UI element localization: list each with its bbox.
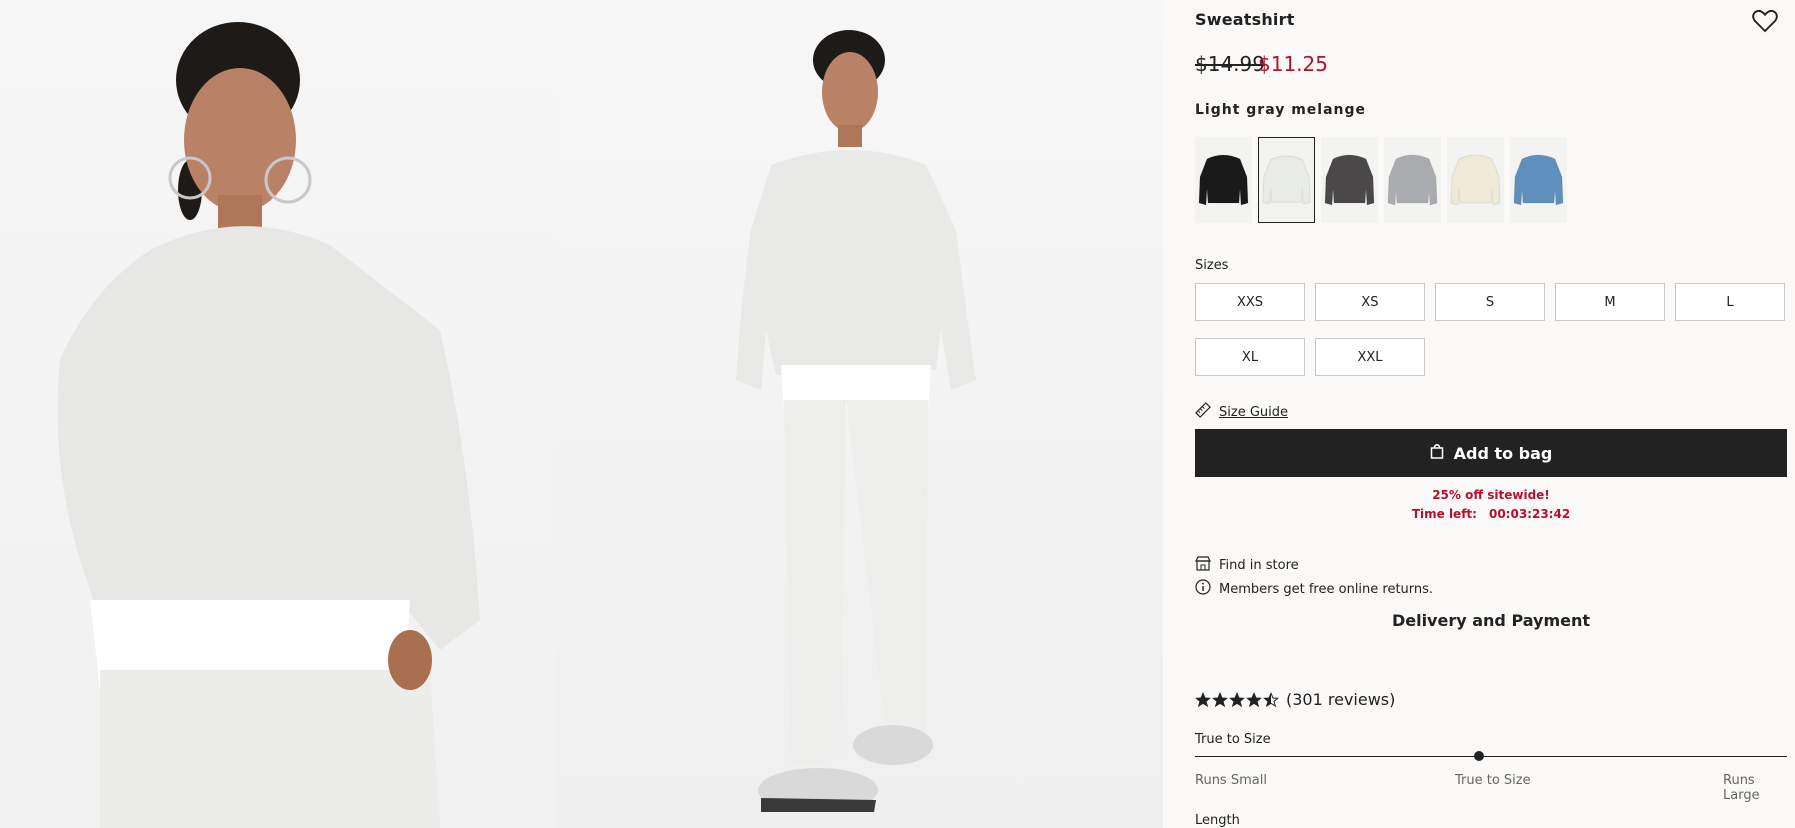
sizes-label: Sizes [1195,258,1229,273]
fit-label: True to Size [1195,732,1271,747]
product-image-fullbody[interactable] [556,0,1163,828]
find-in-store-label: Find in store [1219,557,1299,573]
model-closeup-illustration [57,22,480,828]
favorite-heart-icon[interactable] [1750,6,1780,36]
returns-info: Members get free online returns. [1195,579,1433,599]
review-count: (301 reviews) [1286,690,1396,709]
size-option-xl[interactable]: XL [1195,338,1305,376]
model-fullbody-illustration [736,30,976,812]
star-icon [1263,691,1279,707]
add-to-bag-button[interactable]: Add to bag [1195,429,1787,477]
star-icon [1246,691,1262,707]
rating-stars [1195,691,1280,708]
length-label: Length [1195,813,1240,828]
product-title: Sweatshirt [1195,10,1295,29]
find-in-store-link[interactable]: Find in store [1195,555,1299,575]
size-option-xxs[interactable]: XXS [1195,283,1305,321]
fit-scale-marker [1474,751,1485,761]
color-swatch[interactable] [1321,137,1378,223]
sale-price: $11.25 [1258,52,1328,76]
color-swatch[interactable] [1510,137,1567,223]
store-icon [1195,555,1211,575]
size-option-l[interactable]: L [1675,283,1785,321]
size-option-s[interactable]: S [1435,283,1545,321]
ruler-icon [1195,402,1211,422]
color-swatch[interactable] [1195,137,1252,223]
size-option-m[interactable]: M [1555,283,1665,321]
info-icon [1195,579,1211,599]
selected-color-name: Light gray melange [1195,102,1367,118]
size-guide-link[interactable]: Size Guide [1195,402,1288,422]
color-swatch[interactable] [1447,137,1504,223]
reviews-summary[interactable]: (301 reviews) [1195,690,1395,709]
product-details-panel: Sweatshirt $14.99 Light gray melange Siz… [1163,0,1795,828]
countdown-value: 00:03:23:42 [1488,507,1571,521]
star-icon [1195,691,1211,707]
size-guide-label: Size Guide [1219,404,1288,420]
delivery-payment-accordion[interactable]: Delivery and Payment [1163,611,1795,630]
color-swatch[interactable] [1384,137,1441,223]
star-icon [1212,691,1228,707]
fit-runs-large: Runs Large [1723,773,1760,803]
shopping-bag-icon [1430,443,1444,463]
star-icon [1229,691,1245,707]
color-swatch[interactable] [1258,137,1315,223]
fit-true-to-size: True to Size [1455,773,1531,788]
countdown-label: Time left: [1411,507,1477,521]
fit-scale-track [1195,756,1787,757]
fit-runs-small: Runs Small [1195,773,1267,788]
product-image-closeup[interactable] [0,0,556,828]
original-price: $14.99 [1195,52,1265,76]
size-option-xxl[interactable]: XXL [1315,338,1425,376]
add-to-bag-label: Add to bag [1453,443,1553,463]
returns-text: Members get free online returns. [1219,581,1434,597]
promo-headline: 25% off sitewide! [1432,488,1550,502]
promo-countdown: Time left: 00:03:23:42 [1163,507,1795,521]
size-option-xs[interactable]: XS [1315,283,1425,321]
